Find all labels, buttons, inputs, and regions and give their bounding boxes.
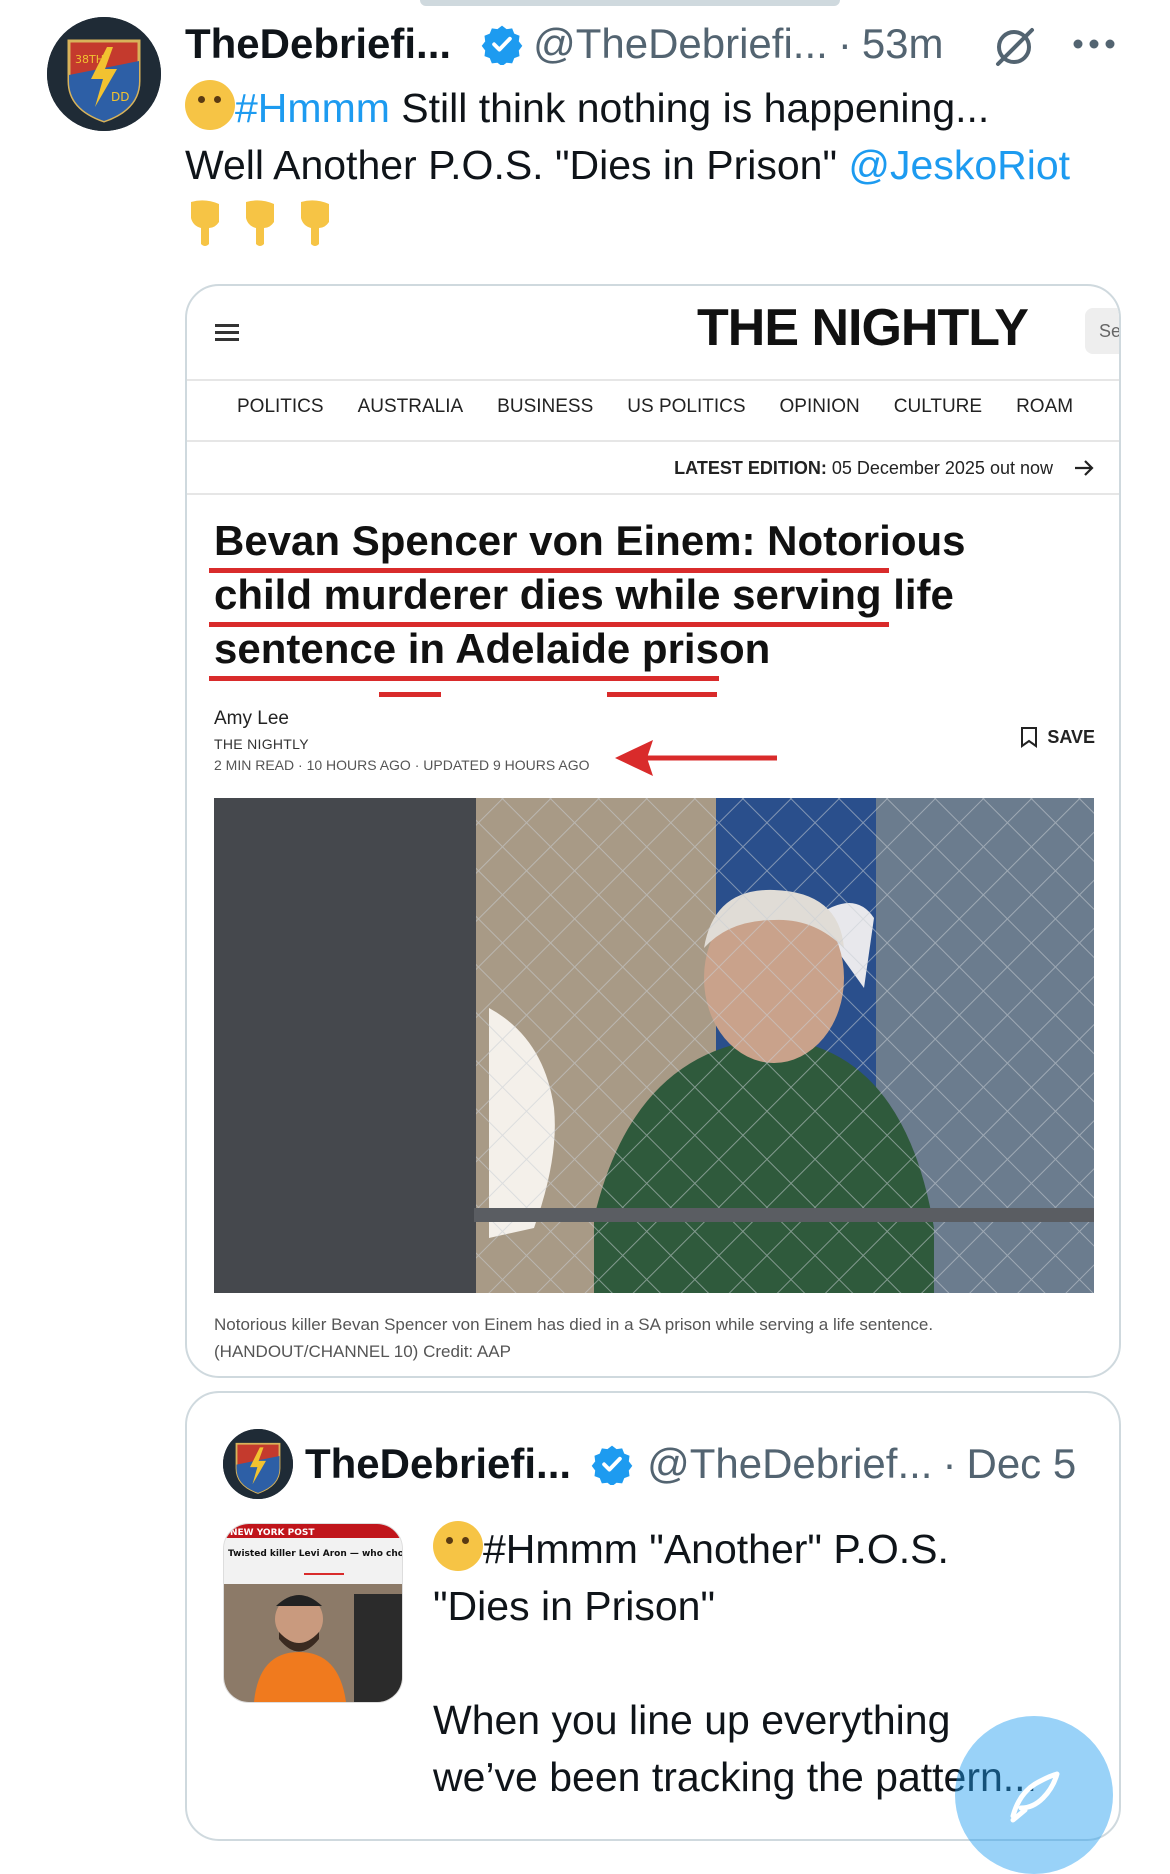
nav-item: POLITICS [237, 396, 324, 417]
tweet-text-line-1: Still think nothing is happening... [389, 85, 990, 131]
author-name: Amy Lee [214, 708, 289, 729]
save-button: SAVE [1019, 726, 1095, 748]
red-underline-annotation [209, 568, 889, 573]
avatar-badge-text: 38TH [75, 53, 104, 66]
nav-item: OPINION [779, 396, 860, 417]
tweet-text: #Hmmm Still think nothing is happening..… [185, 80, 1125, 251]
search-field-stub: Se [1085, 308, 1119, 354]
quoted-handle: @TheDebrief... [647, 1440, 933, 1487]
thumb-masthead: NEW YORK POST [230, 1528, 315, 1538]
pointing-down-icon [301, 200, 329, 246]
nav-item: AUSTRALIA [357, 396, 464, 417]
arrow-right-icon [1075, 460, 1094, 476]
site-logo: THE NIGHTLY [697, 299, 1029, 357]
save-label: SAVE [1047, 726, 1095, 747]
divider [187, 379, 1119, 381]
nav-item: US POLITICS [627, 396, 746, 417]
mention-link[interactable]: @JeskoRiot [848, 142, 1070, 188]
quoted-line-1: #Hmmm "Another" P.O.S. [483, 1526, 949, 1572]
thinking-face-icon [433, 1521, 483, 1571]
tweet-header: TheDebriefi... @TheDebriefi... · 53m [185, 12, 944, 76]
display-name[interactable]: TheDebriefi... [185, 20, 451, 68]
headline-line: child murderer dies while serving life [214, 571, 954, 618]
hamburger-menu-icon [215, 324, 239, 342]
compose-post-icon [1010, 1771, 1060, 1823]
article-photo [214, 798, 1094, 1293]
divider [187, 440, 1119, 442]
red-underline-annotation [607, 692, 717, 697]
headline-line: sentence in Adelaide prison [214, 625, 771, 672]
red-underline-annotation [209, 622, 889, 627]
verified-badge-icon [591, 1445, 633, 1485]
quoted-line-2: "Dies in Prison" [433, 1583, 716, 1629]
nav-item: CULTURE [893, 396, 983, 417]
handle[interactable]: @TheDebriefi... [533, 20, 828, 68]
verified-badge-icon [481, 25, 523, 65]
bookmark-icon [1021, 727, 1038, 748]
top-scroll-indicator [420, 0, 840, 6]
thumbnail-image: NEW YORK POST Twisted killer Levi Aron —… [224, 1524, 402, 1702]
compose-post-button[interactable] [955, 1716, 1113, 1874]
quoted-line-3: When you line up everything we’ve been t… [433, 1697, 1037, 1800]
headline-line: Bevan Spencer von Einem: Notorious [214, 517, 966, 564]
quoted-thumbnail: NEW YORK POST Twisted killer Levi Aron —… [223, 1523, 403, 1703]
quoted-date: Dec 5 [966, 1440, 1077, 1487]
nav-item: BUSINESS [497, 396, 594, 417]
article-headline: Bevan Spencer von Einem: Notorious child… [214, 514, 1074, 676]
more-dots-icon[interactable] [1070, 32, 1118, 56]
quoted-avatar [223, 1429, 293, 1499]
grok-icon[interactable] [990, 22, 1038, 70]
edition-label: LATEST EDITION: [674, 458, 827, 478]
thinking-face-icon [185, 80, 235, 130]
separator-dot: · [942, 1440, 957, 1487]
article-meta: 2 MIN READ · 10 HOURS AGO · UPDATED 9 HO… [214, 757, 590, 773]
thumb-headline: Twisted killer Levi Aron — who chopped u… [228, 1549, 402, 1559]
timestamp[interactable]: 53m [862, 20, 944, 68]
avatar-badge-text-2: DD [111, 90, 129, 104]
quoted-display-name: TheDebriefi... [305, 1440, 572, 1487]
separator-dot: · [837, 20, 852, 67]
avatar[interactable]: 38TH DD [47, 17, 161, 131]
red-underline-annotation [379, 692, 441, 697]
pointing-down-icon [191, 200, 219, 246]
nav-item: ROAM [1016, 396, 1074, 417]
quoted-header: TheDebriefi... @TheDebrief... · Dec 5 [305, 1429, 1076, 1499]
outlet-name: THE NIGHTLY [214, 736, 309, 752]
tweet-text-line-2: Well Another P.O.S. "Dies in Prison" [185, 142, 849, 188]
avatar-emblem-icon [223, 1429, 293, 1499]
divider [187, 493, 1119, 495]
prisoner-photo [214, 798, 1094, 1293]
red-arrow-annotation [615, 740, 777, 776]
attached-article-image[interactable]: THE NIGHTLY Se POLITICS AUSTRALIA BUSINE… [185, 284, 1121, 1378]
red-underline-annotation [209, 676, 719, 681]
latest-edition: LATEST EDITION: 05 December 2025 out now [674, 458, 1053, 479]
avatar-emblem-icon: 38TH DD [47, 17, 161, 131]
photo-caption: Notorious killer Bevan Spencer von Einem… [214, 1315, 934, 1361]
edition-value: 05 December 2025 out now [826, 458, 1053, 478]
site-nav: POLITICS AUSTRALIA BUSINESS US POLITICS … [237, 396, 1107, 418]
pointing-down-icon [246, 200, 274, 246]
hashtag-link[interactable]: #Hmmm [235, 85, 390, 131]
